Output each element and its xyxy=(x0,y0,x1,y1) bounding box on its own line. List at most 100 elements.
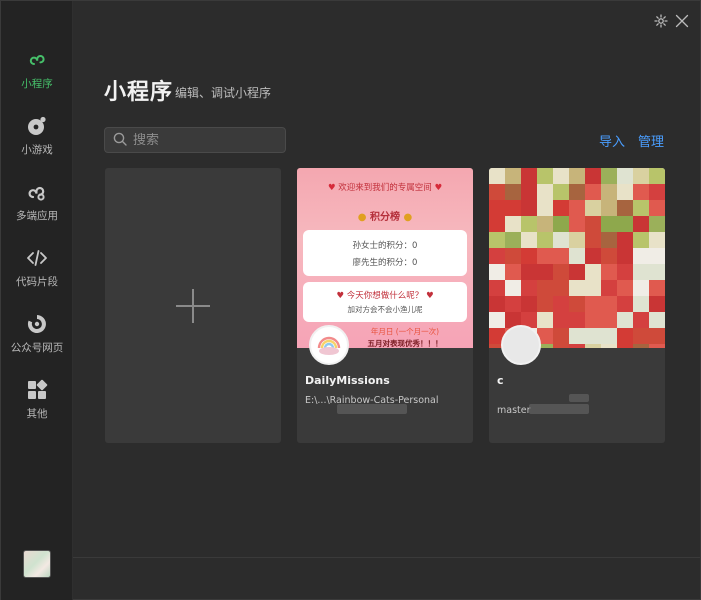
mosaic-tile xyxy=(617,328,633,344)
mosaic-tile xyxy=(569,248,585,264)
mosaic-tile xyxy=(569,232,585,248)
mosaic-tile xyxy=(649,168,665,184)
mosaic-tile xyxy=(633,168,649,184)
mosaic-tile xyxy=(601,312,617,328)
mosaic-tile xyxy=(633,312,649,328)
mosaic-tile xyxy=(505,264,521,280)
mosaic-tile xyxy=(553,248,569,264)
mosaic-tile xyxy=(649,232,665,248)
new-project-card[interactable] xyxy=(105,168,281,443)
mosaic-tile xyxy=(521,232,537,248)
mosaic-tile xyxy=(553,264,569,280)
mosaic-tile xyxy=(585,232,601,248)
mosaic-tile xyxy=(505,296,521,312)
mosaic-tile xyxy=(633,216,649,232)
minigame-icon xyxy=(24,113,50,139)
mosaic-tile xyxy=(633,264,649,280)
mosaic-tile xyxy=(617,248,633,264)
mosaic-tile xyxy=(617,280,633,296)
mosaic-tile xyxy=(585,264,601,280)
mosaic-tile xyxy=(521,200,537,216)
mosaic-tile xyxy=(601,168,617,184)
mosaic-tile xyxy=(617,264,633,280)
mosaic-tile xyxy=(601,232,617,248)
mosaic-tile xyxy=(601,216,617,232)
heart-icon: ♥ xyxy=(434,183,443,193)
mosaic-tile xyxy=(585,344,601,348)
mosaic-tile xyxy=(569,296,585,312)
mosaic-tile xyxy=(489,264,505,280)
mosaic-tile xyxy=(537,264,553,280)
mosaic-tile xyxy=(537,168,553,184)
mosaic-tile xyxy=(505,232,521,248)
mosaic-tile xyxy=(537,216,553,232)
settings-gear-icon[interactable] xyxy=(653,13,669,29)
mosaic-tile xyxy=(553,280,569,296)
cover-ranking-title: ● 积分榜 ● xyxy=(357,212,413,223)
mosaic-tile xyxy=(585,216,601,232)
mosaic-tile xyxy=(553,168,569,184)
mosaic-tile xyxy=(569,168,585,184)
manage-link[interactable]: 管理 xyxy=(638,131,664,150)
mosaic-tile xyxy=(521,248,537,264)
project-card[interactable]: ♥ 欢迎来到我们的专属空间 ♥ ● 积分榜 ● 孙女士的积分：0 廖先生的积分：… xyxy=(297,168,473,443)
page-title: 小程序 xyxy=(104,80,174,105)
mosaic-tile xyxy=(569,280,585,296)
sidebar-item-label: 其他 xyxy=(26,408,48,420)
sidebar-item-other[interactable]: 其他 xyxy=(1,375,73,433)
mosaic-tile xyxy=(569,312,585,328)
mosaic-tile xyxy=(537,296,553,312)
mosaic-tile xyxy=(569,264,585,280)
sidebar-item-official-account[interactable]: 公众号网页 xyxy=(1,309,73,367)
redacted-region xyxy=(529,404,589,414)
search-input[interactable] xyxy=(133,132,273,148)
user-avatar[interactable] xyxy=(23,550,51,578)
project-card[interactable]: c master xyxy=(489,168,665,443)
mosaic-tile xyxy=(569,184,585,200)
mosaic-tile xyxy=(505,168,521,184)
sidebar-item-label: 小游戏 xyxy=(21,144,53,156)
mosaic-tile xyxy=(601,248,617,264)
mosaic-tile xyxy=(649,280,665,296)
mosaic-tile xyxy=(601,200,617,216)
mosaic-tile xyxy=(537,248,553,264)
mosaic-tile xyxy=(489,296,505,312)
search-box[interactable] xyxy=(104,127,286,153)
mosaic-tile xyxy=(489,280,505,296)
close-icon[interactable] xyxy=(674,13,690,29)
mosaic-tile xyxy=(553,184,569,200)
sidebar-item-code-snippet[interactable]: 代码片段 xyxy=(1,243,73,301)
score-box: 孙女士的积分：0 廖先生的积分：0 xyxy=(303,230,467,276)
score-line: 廖先生的积分：0 xyxy=(352,258,418,268)
project-avatar xyxy=(309,325,349,365)
mosaic-tile xyxy=(601,328,617,344)
project-name: DailyMissions xyxy=(305,374,390,387)
sidebar-item-label: 小程序 xyxy=(21,78,53,90)
official-account-icon xyxy=(24,311,50,337)
search-icon xyxy=(113,131,127,150)
score-line: 孙女士的积分：0 xyxy=(352,241,418,251)
import-link[interactable]: 导入 xyxy=(599,131,625,150)
mosaic-tile xyxy=(553,296,569,312)
mosaic-tile xyxy=(633,184,649,200)
redacted-region xyxy=(337,404,407,414)
mosaic-tile xyxy=(601,184,617,200)
sidebar-item-minigame[interactable]: 小游戏 xyxy=(1,111,73,169)
sidebar-item-label: 多端应用 xyxy=(16,210,58,222)
sidebar-item-multiplatform[interactable]: 多端应用 xyxy=(1,177,73,235)
mosaic-tile xyxy=(633,232,649,248)
question-box: ♥ 今天你想做什么呢？ ♥ 加对方会不会小渔儿呢 xyxy=(303,282,467,322)
mosaic-tile xyxy=(553,232,569,248)
sidebar-item-label: 公众号网页 xyxy=(10,342,64,354)
sidebar-item-miniprogram[interactable]: 小程序 xyxy=(1,45,73,103)
question-text: ♥ 今天你想做什么呢？ ♥ xyxy=(336,291,434,301)
mosaic-tile xyxy=(521,280,537,296)
mosaic-tile xyxy=(585,248,601,264)
mosaic-tile xyxy=(553,200,569,216)
other-icon xyxy=(24,377,50,403)
mosaic-tile xyxy=(633,280,649,296)
mosaic-tile xyxy=(585,200,601,216)
medal-icon: ● xyxy=(357,212,367,223)
mosaic-tile xyxy=(569,216,585,232)
mosaic-tile xyxy=(585,168,601,184)
